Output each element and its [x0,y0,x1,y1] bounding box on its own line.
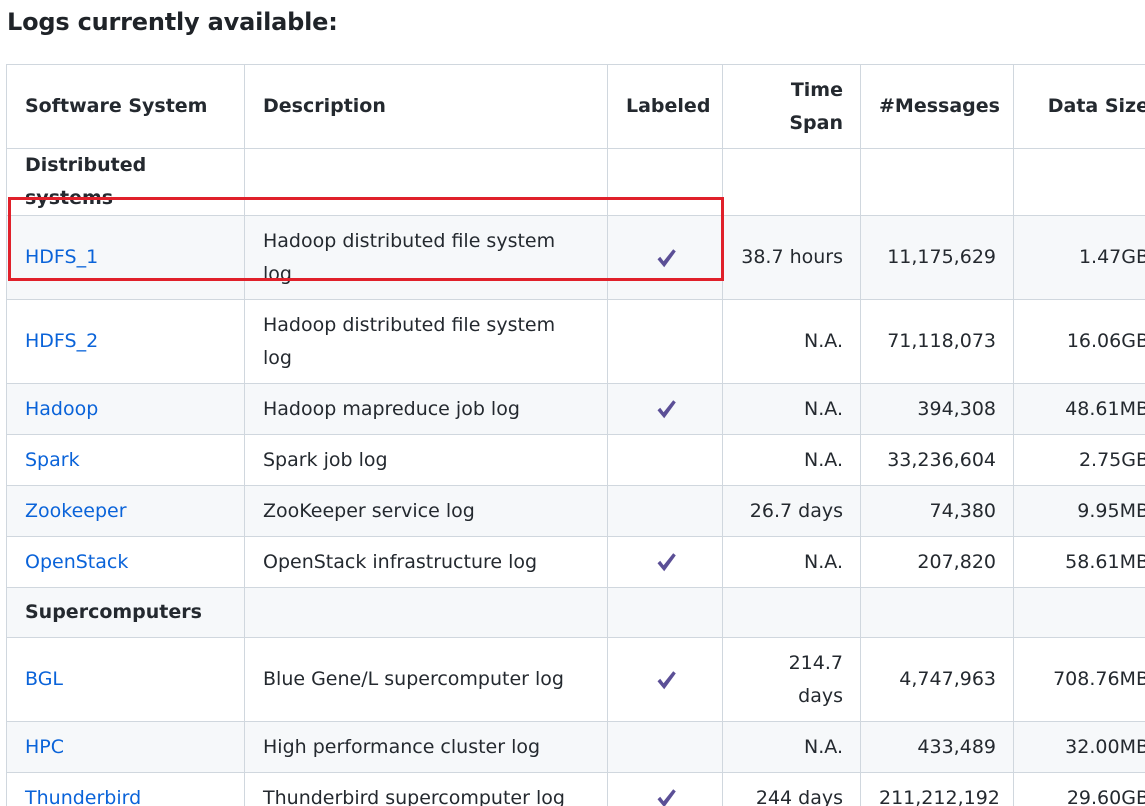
check-icon [654,397,678,421]
labeled-cell [607,637,723,722]
timespan-cell: N.A. [722,383,861,435]
messages-cell: 33,236,604 [860,434,1014,486]
description-cell: High performance cluster log [244,721,608,773]
table-row: BGL Blue Gene/L supercomputer log 214.7 … [6,637,1145,722]
logs-table: Software System Description Labeled Time… [6,64,1145,806]
table-row: OpenStack OpenStack infrastructure log N… [6,536,1145,588]
page-heading: Logs currently available: [7,8,338,36]
datasize-cell: 29.60GB [1013,772,1145,806]
timespan-cell: N.A. [722,721,861,773]
labeled-cell [607,383,723,435]
table-row: Spark Spark job log N.A. 33,236,604 2.75… [6,434,1145,486]
table-row: Thunderbird Thunderbird supercomputer lo… [6,772,1145,806]
labeled-cell [607,299,723,384]
page: Logs currently available: Software Syste… [0,0,1145,806]
timespan-cell: 38.7 hours [722,215,861,300]
description-cell: Thunderbird supercomputer log [244,772,608,806]
description-cell: Hadoop mapreduce job log [244,383,608,435]
messages-cell: 11,175,629 [860,215,1014,300]
messages-cell: 433,489 [860,721,1014,773]
description-cell: Hadoop distributed file system log [244,299,608,384]
description-cell: OpenStack infrastructure log [244,536,608,588]
check-icon [654,668,678,692]
messages-cell: 207,820 [860,536,1014,588]
datasize-cell: 16.06GB [1013,299,1145,384]
messages-cell: 74,380 [860,485,1014,537]
datasize-cell: 9.95MB [1013,485,1145,537]
description-cell: ZooKeeper service log [244,485,608,537]
labeled-cell [607,536,723,588]
column-header-messages: #Messages [860,64,1014,149]
timespan-cell: N.A. [722,536,861,588]
messages-cell: 394,308 [860,383,1014,435]
description-cell: Hadoop distributed file system log [244,215,608,300]
group-label: Supercomputers [6,587,245,638]
group-label: Distributed systems [6,148,245,216]
description-cell: Blue Gene/L supercomputer log [244,637,608,722]
group-row-supercomputers: Supercomputers [6,587,1145,638]
system-link[interactable]: HDFS_1 [25,246,98,268]
labeled-cell [607,485,723,537]
datasize-cell: 708.76MB [1013,637,1145,722]
system-link[interactable]: Zookeeper [25,500,127,522]
datasize-cell: 48.61MB [1013,383,1145,435]
system-link[interactable]: Spark [25,449,80,471]
messages-cell: 4,747,963 [860,637,1014,722]
timespan-cell: 214.7 days [722,637,861,722]
column-header-labeled: Labeled [607,64,723,149]
check-icon [654,550,678,574]
labeled-cell [607,772,723,806]
table-header-row: Software System Description Labeled Time… [6,64,1145,149]
messages-cell: 211,212,192 [860,772,1014,806]
timespan-cell: 244 days [722,772,861,806]
labeled-cell [607,721,723,773]
labeled-cell [607,215,723,300]
system-link[interactable]: HPC [25,736,64,758]
timespan-cell: N.A. [722,434,861,486]
column-header-timespan: Time Span [722,64,861,149]
column-header-description: Description [244,64,608,149]
timespan-cell: N.A. [722,299,861,384]
labeled-cell [607,434,723,486]
system-link[interactable]: HDFS_2 [25,330,98,352]
system-link[interactable]: Hadoop [25,398,98,420]
column-header-datasize: Data Size [1013,64,1145,149]
table-row: Hadoop Hadoop mapreduce job log N.A. 394… [6,383,1145,435]
messages-cell: 71,118,073 [860,299,1014,384]
column-header-system: Software System [6,64,245,149]
timespan-cell: 26.7 days [722,485,861,537]
table-row: Zookeeper ZooKeeper service log 26.7 day… [6,485,1145,537]
group-row-distributed: Distributed systems [6,148,1145,216]
datasize-cell: 32.00MB [1013,721,1145,773]
datasize-cell: 58.61MB [1013,536,1145,588]
table-row: HPC High performance cluster log N.A. 43… [6,721,1145,773]
system-link[interactable]: OpenStack [25,551,128,573]
table-row: HDFS_2 Hadoop distributed file system lo… [6,299,1145,384]
system-link[interactable]: Thunderbird [25,787,141,806]
table-row: HDFS_1 Hadoop distributed file system lo… [6,215,1145,300]
datasize-cell: 2.75GB [1013,434,1145,486]
description-cell: Spark job log [244,434,608,486]
check-icon [654,246,678,270]
check-icon [654,786,678,806]
datasize-cell: 1.47GB [1013,215,1145,300]
system-link[interactable]: BGL [25,668,63,690]
